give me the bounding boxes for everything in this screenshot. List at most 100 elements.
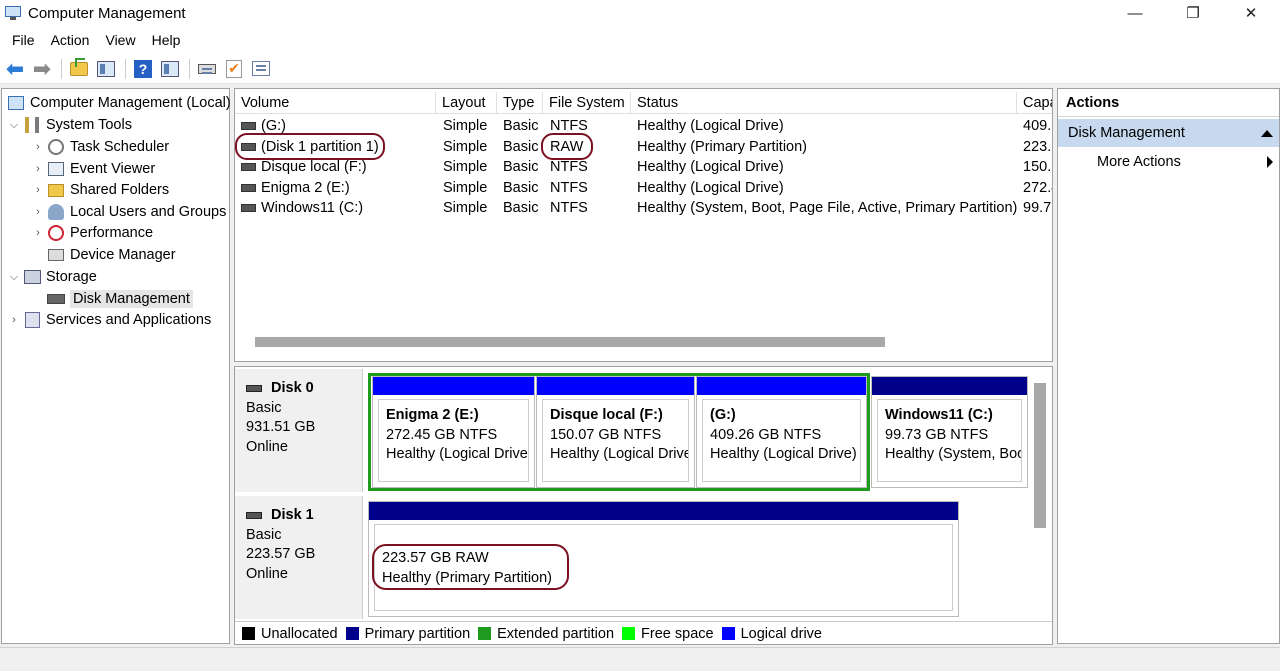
legend-primary: Primary partition: [345, 626, 470, 642]
collapse-up-icon[interactable]: [1261, 129, 1273, 137]
tree-event-viewer[interactable]: › Event Viewer: [32, 158, 155, 180]
chevron-right-icon[interactable]: ›: [32, 184, 44, 196]
column-file-system[interactable]: File System: [543, 92, 631, 114]
column-status[interactable]: Status: [631, 92, 1017, 114]
chevron-right-icon[interactable]: ›: [32, 206, 44, 218]
legend: Unallocated Primary partition Extended p…: [235, 621, 1052, 644]
table-row[interactable]: Disque local (F:) Simple Basic NTFS Heal…: [235, 157, 1052, 177]
chevron-right-icon[interactable]: ›: [8, 314, 20, 326]
storage-icon: [23, 268, 41, 286]
tree-task-scheduler[interactable]: › Task Scheduler: [32, 136, 169, 158]
tree-system-tools[interactable]: ⌵ System Tools: [8, 114, 132, 136]
chevron-right-icon[interactable]: ›: [32, 141, 44, 153]
cell-volume: Disque local (F:): [261, 159, 367, 175]
disk-0-label[interactable]: Disk 0 Basic 931.51 GB Online: [235, 369, 363, 492]
tree-shared-folders[interactable]: › Shared Folders: [32, 179, 169, 201]
toolbar: ⬅ ➡ ? ✔: [0, 54, 1280, 84]
tree-services-applications[interactable]: › Services and Applications: [8, 309, 211, 331]
volume-icon: [241, 122, 256, 130]
actions-header: Actions: [1058, 89, 1279, 117]
computer-icon: [7, 94, 25, 112]
disk-name: Disk 1: [271, 507, 314, 523]
toolbar-separator: [61, 58, 62, 79]
cell-status: Healthy (Logical Drive): [637, 180, 784, 196]
column-type[interactable]: Type: [497, 92, 543, 114]
tree-label: Local Users and Groups: [70, 204, 227, 220]
tree-label: Disk Management: [70, 290, 193, 308]
minimize-button[interactable]: —: [1106, 0, 1164, 26]
tree-device-manager[interactable]: Device Manager: [32, 244, 176, 266]
clock-icon: [47, 138, 65, 156]
restore-button[interactable]: ❐: [1164, 0, 1222, 26]
tree-disk-management[interactable]: Disk Management: [32, 288, 193, 310]
cell-layout: Simple: [443, 159, 488, 175]
check-disk-icon[interactable]: ✔: [223, 58, 245, 80]
menu-action[interactable]: Action: [43, 32, 98, 48]
disk-icon: [246, 385, 262, 393]
disk-1-label[interactable]: Disk 1 Basic 223.57 GB Online: [235, 496, 363, 619]
properties-icon[interactable]: [250, 58, 272, 80]
back-arrow-icon[interactable]: ⬅: [4, 56, 26, 81]
computer-management-icon: [4, 5, 22, 21]
column-layout[interactable]: Layout: [436, 92, 497, 114]
disk-state: Online: [246, 565, 288, 582]
partition-g[interactable]: (G:) 409.26 GB NTFS Healthy (Logical Dri…: [696, 376, 867, 488]
chevron-down-icon[interactable]: ⌵: [8, 271, 20, 284]
tree-computer-management[interactable]: Computer Management (Local): [4, 92, 231, 114]
chevron-down-icon[interactable]: ⌵: [8, 119, 20, 132]
menu-file[interactable]: File: [4, 32, 43, 48]
table-row[interactable]: Enigma 2 (E:) Simple Basic NTFS Healthy …: [235, 178, 1052, 198]
close-button[interactable]: ✕: [1222, 0, 1280, 26]
highlight-circle: [235, 133, 385, 160]
partition-size: 99.73 GB NTFS: [885, 426, 989, 443]
horizontal-scrollbar[interactable]: [255, 337, 885, 347]
partition-enigma2[interactable]: Enigma 2 (E:) 272.45 GB NTFS Healthy (Lo…: [372, 376, 535, 488]
partition-status: Healthy (Logical Drive): [710, 446, 857, 462]
disk-type: Basic: [246, 399, 282, 416]
tree-storage[interactable]: ⌵ Storage: [8, 266, 97, 288]
column-capacity[interactable]: Capa: [1017, 92, 1052, 114]
tree-performance[interactable]: › Performance: [32, 222, 153, 244]
partition-disque-local[interactable]: Disque local (F:) 150.07 GB NTFS Healthy…: [536, 376, 695, 488]
tree-label: Event Viewer: [70, 161, 156, 177]
toolbar-separator: [125, 58, 126, 79]
event-viewer-icon: [47, 160, 65, 178]
cell-capacity: 409.: [1023, 118, 1052, 134]
logical-drive-bar: [697, 377, 866, 395]
window-title: Computer Management: [28, 4, 186, 22]
volume-icon: [241, 204, 256, 212]
disk-map: Disk 0 Basic 931.51 GB Online Enigma 2 (…: [234, 366, 1053, 645]
disk-icon: [47, 290, 65, 308]
show-action-pane-icon[interactable]: [159, 58, 181, 80]
device-manager-icon: [47, 246, 65, 264]
chevron-right-icon[interactable]: ›: [32, 227, 44, 239]
menu-help[interactable]: Help: [144, 32, 189, 48]
vertical-scrollbar[interactable]: [1034, 383, 1046, 528]
logical-drive-bar: [537, 377, 694, 395]
menu-view[interactable]: View: [97, 32, 143, 48]
connect-drive-icon[interactable]: [196, 58, 218, 80]
more-actions-item[interactable]: More Actions: [1058, 147, 1279, 177]
legend-swatch: [622, 627, 636, 640]
volume-list: Volume Layout Type File System Status Ca…: [234, 88, 1053, 362]
legend-free: Free space: [622, 626, 714, 642]
chevron-right-icon[interactable]: ›: [32, 163, 44, 175]
forward-arrow-icon[interactable]: ➡: [31, 56, 53, 81]
tree-label: Task Scheduler: [70, 139, 170, 155]
highlight-circle: [541, 133, 593, 160]
cell-type: Basic: [503, 159, 539, 175]
partition-windows11[interactable]: Windows11 (C:) 99.73 GB NTFS Healthy (Sy…: [871, 376, 1028, 488]
help-icon[interactable]: ?: [132, 58, 154, 80]
cell-type: Basic: [503, 200, 539, 216]
actions-disk-management-section[interactable]: Disk Management: [1058, 119, 1279, 147]
tree-local-users[interactable]: › Local Users and Groups: [32, 201, 226, 223]
menu-bar: File Action View Help: [0, 26, 1280, 54]
cell-file-system: NTFS: [550, 159, 588, 175]
show-hide-tree-icon[interactable]: [95, 58, 117, 80]
legend-logical: Logical drive: [721, 626, 822, 642]
column-volume[interactable]: Volume: [235, 92, 436, 114]
up-folder-icon[interactable]: [68, 57, 90, 80]
tree-label: Shared Folders: [70, 182, 170, 198]
table-row[interactable]: Windows11 (C:) Simple Basic NTFS Healthy…: [235, 198, 1052, 218]
cell-status: Healthy (Primary Partition): [637, 139, 808, 155]
